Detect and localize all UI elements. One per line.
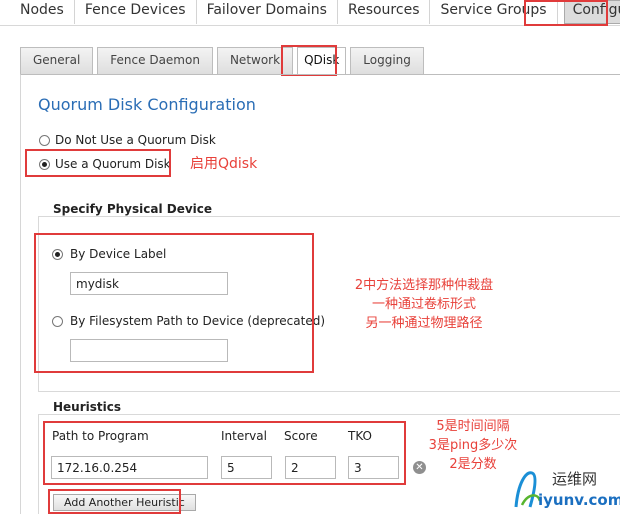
tab-general[interactable]: General xyxy=(20,47,94,74)
config-tabs: General Fence Daemon Network QDisk Loggi… xyxy=(20,47,424,74)
annotation-device: 2中方法选择那种仲裁盘 一种通过卷标形式 另一种通过物理路径 xyxy=(336,276,512,333)
nav-nodes[interactable]: Nodes xyxy=(0,0,75,24)
use-qdisk-highlight xyxy=(25,149,171,177)
annotation-device-line1: 2中方法选择那种仲裁盘 xyxy=(354,278,494,293)
annotation-device-line3: 另一种通过物理路径 xyxy=(365,316,483,331)
tab-logging[interactable]: Logging xyxy=(350,47,424,74)
annotation-enable: 启用Qdisk xyxy=(190,156,258,172)
qdisk-tab-highlight xyxy=(281,45,337,76)
radio-button[interactable] xyxy=(39,134,50,146)
configure-highlight xyxy=(524,0,608,26)
annotation-device-line2: 一种通过卷标形式 xyxy=(371,297,476,312)
add-heuristic-highlight xyxy=(48,489,181,514)
heuristics-row-highlight xyxy=(43,421,406,485)
watermark-cn-text: 运维网 xyxy=(552,470,598,488)
site-watermark-logo: 运维网 iyunv.com xyxy=(508,463,620,514)
option-no-quorum-disk[interactable]: Do Not Use a Quorum Disk xyxy=(39,133,216,147)
device-options-highlight xyxy=(34,233,314,373)
heuristics-legend: Heuristics xyxy=(49,400,126,414)
device-legend: Specify Physical Device xyxy=(49,202,217,216)
nav-fence-devices[interactable]: Fence Devices xyxy=(75,0,197,24)
option-label: Do Not Use a Quorum Disk xyxy=(55,133,216,147)
nav-failover-domains[interactable]: Failover Domains xyxy=(197,0,338,24)
annotation-heur-line2: 3是ping多少次 xyxy=(428,438,518,453)
nav-resources[interactable]: Resources xyxy=(338,0,431,24)
watermark-domain-text: iyunv.com xyxy=(538,491,620,509)
tab-fence-daemon[interactable]: Fence Daemon xyxy=(97,47,213,74)
annotation-heur-line1: 5是时间间隔 xyxy=(436,419,510,434)
page-title: Quorum Disk Configuration xyxy=(38,95,256,114)
